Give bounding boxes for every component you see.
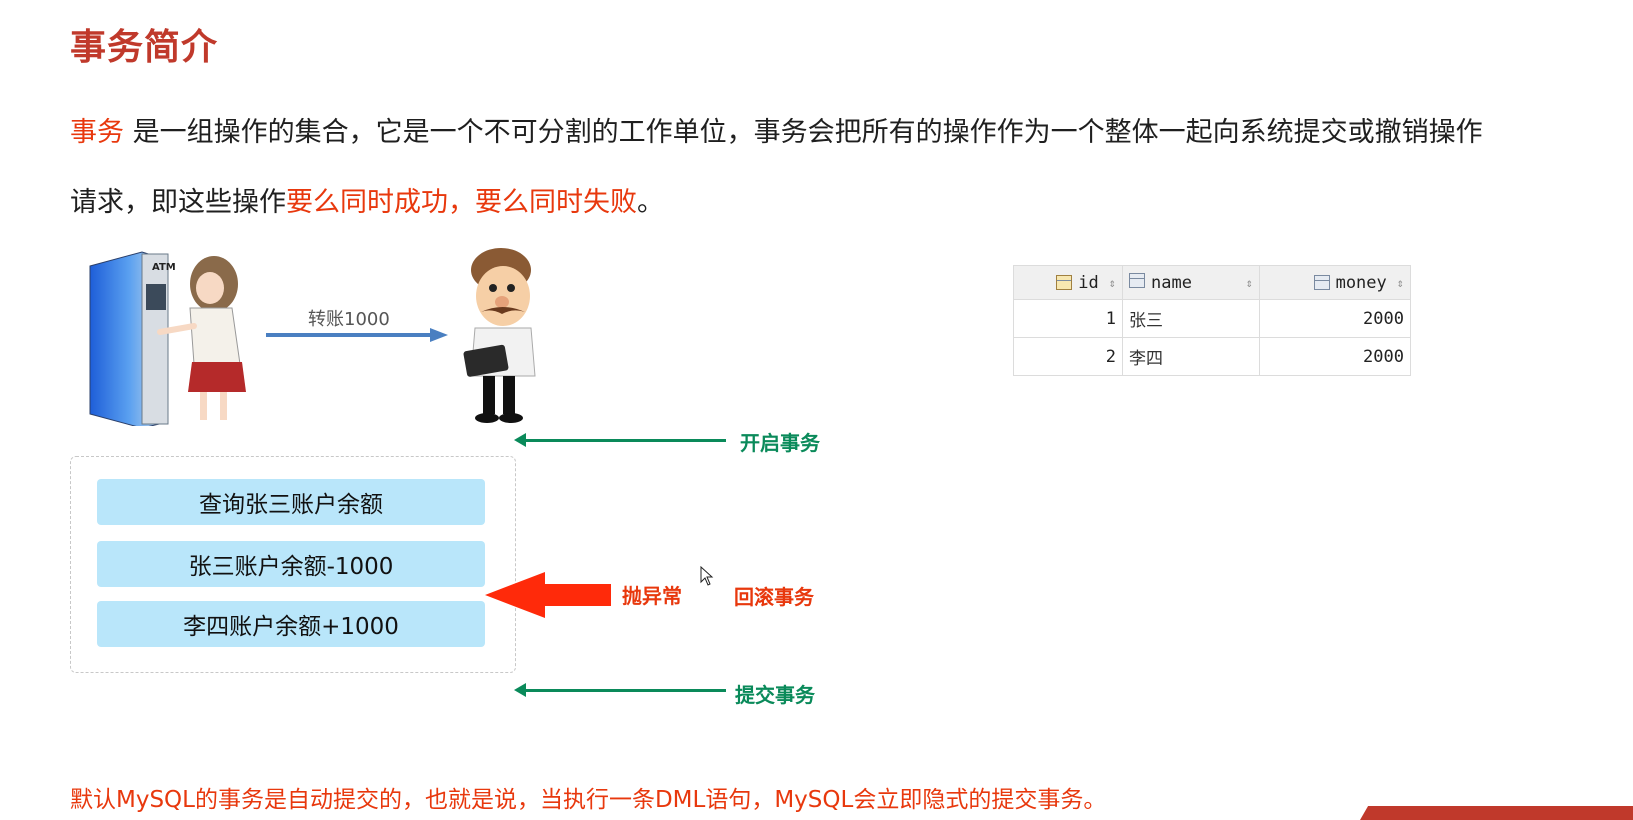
atm-sign: ATM	[152, 262, 176, 273]
cell-id[interactable]: 2	[1013, 337, 1123, 376]
autocommit-note: 默认MySQL的事务是自动提交的，也就是说，当执行一条DML语句，MySQL会立…	[70, 787, 1107, 813]
account-table: id ⇕ name ⇕ money ⇕ 1 张三 2000 2 李四 2000	[1013, 265, 1411, 376]
page-title: 事务简介	[70, 27, 219, 68]
column-icon	[1313, 275, 1330, 290]
cell-money[interactable]: 2000	[1259, 299, 1411, 338]
sort-icon[interactable]: ⇕	[1246, 276, 1253, 290]
transfer-arrow	[266, 328, 448, 342]
intro-line-2-suffix: 。	[637, 187, 664, 218]
atm-girl-illustration: ATM	[89, 251, 246, 426]
keyword-transaction: 事务	[70, 117, 124, 148]
cell-name[interactable]: 张三	[1122, 299, 1260, 338]
step-credit-lisi: 李四账户余额+1000	[97, 601, 485, 647]
intro-highlight: 要么同时成功，要么同时失败	[286, 187, 637, 218]
column-header-id[interactable]: id ⇕	[1013, 265, 1123, 300]
rollback-label: 回滚事务	[734, 585, 814, 609]
table-header-row: id ⇕ name ⇕ money ⇕	[1013, 265, 1411, 300]
begin-arrow-head	[514, 433, 526, 447]
begin-transaction-label: 开启事务	[740, 431, 820, 455]
sort-icon[interactable]: ⇕	[1397, 276, 1404, 290]
begin-arrow-line	[526, 439, 726, 442]
primary-key-icon	[1056, 275, 1073, 290]
corner-decoration	[1360, 806, 1633, 820]
intro-line-2-prefix: 请求，即这些操作	[70, 187, 286, 218]
recipient-man-illustration	[463, 248, 536, 423]
intro-line-1: 事务 是一组操作的集合，它是一个不可分割的工作单位，事务会把所有的操作作为一个整…	[70, 110, 1483, 149]
column-icon	[1129, 272, 1145, 288]
exception-arrow	[485, 572, 611, 618]
table-row[interactable]: 2 李四 2000	[1013, 337, 1411, 376]
cell-name[interactable]: 李四	[1122, 337, 1260, 376]
cell-id[interactable]: 1	[1013, 299, 1123, 338]
commit-arrow-head	[514, 683, 526, 697]
step-debit-zhangsan: 张三账户余额-1000	[97, 541, 485, 587]
step-query-balance: 查询张三账户余额	[97, 479, 485, 525]
mouse-cursor-icon	[700, 566, 714, 586]
commit-arrow-line	[526, 689, 726, 692]
sort-icon[interactable]: ⇕	[1109, 276, 1116, 290]
cell-money[interactable]: 2000	[1259, 337, 1411, 376]
exception-label: 抛异常	[622, 584, 682, 608]
commit-transaction-label: 提交事务	[735, 683, 815, 707]
intro-line-2: 请求，即这些操作要么同时成功，要么同时失败。	[70, 180, 664, 219]
table-row[interactable]: 1 张三 2000	[1013, 299, 1411, 338]
column-header-name[interactable]: name ⇕	[1122, 265, 1260, 300]
column-header-money[interactable]: money ⇕	[1259, 265, 1411, 300]
intro-line-1-text: 是一组操作的集合，它是一个不可分割的工作单位，事务会把所有的操作作为一个整体一起…	[124, 117, 1483, 148]
